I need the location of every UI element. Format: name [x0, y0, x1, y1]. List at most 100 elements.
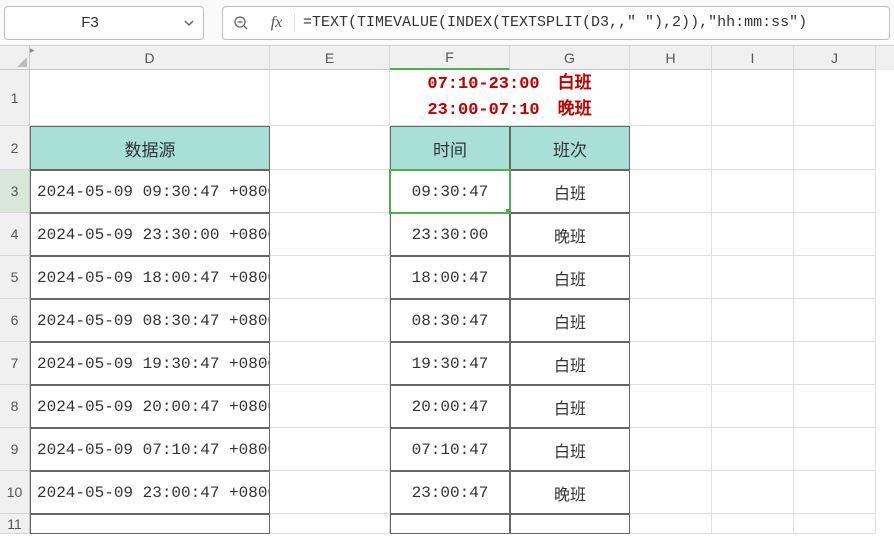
cell-shift[interactable]: 白班 [510, 428, 630, 471]
cell[interactable] [794, 514, 876, 534]
col-header-G[interactable]: G [510, 46, 630, 70]
cell[interactable] [794, 70, 876, 126]
cell[interactable] [270, 428, 390, 471]
cell[interactable] [794, 385, 876, 428]
row-header[interactable]: 6 [0, 299, 30, 342]
cell-time[interactable]: 19:30:47 [390, 342, 510, 385]
cell-shift[interactable]: 白班 [510, 170, 630, 213]
row-header[interactable]: 5 [0, 256, 30, 299]
row-header[interactable]: 1 [0, 70, 30, 126]
cell-time[interactable]: 08:30:47 [390, 299, 510, 342]
cell-source[interactable]: 2024-05-09 09:30:47 +0800 [30, 170, 270, 213]
cell[interactable] [30, 514, 270, 534]
cell[interactable] [630, 471, 712, 514]
cell[interactable] [794, 256, 876, 299]
cell[interactable] [794, 170, 876, 213]
expand-indicator-icon[interactable]: ▸ [30, 45, 35, 56]
row-header[interactable]: 7 [0, 342, 30, 385]
cell-time[interactable]: 20:00:47 [390, 385, 510, 428]
cell[interactable] [270, 385, 390, 428]
cell-source[interactable]: 2024-05-09 23:00:47 +0800 [30, 471, 270, 514]
cell[interactable] [712, 170, 794, 213]
cell[interactable] [630, 428, 712, 471]
col-header-H[interactable]: H [630, 46, 712, 70]
cell-time[interactable]: 09:30:47 [390, 170, 510, 213]
row-header[interactable]: 4 [0, 213, 30, 256]
cell[interactable] [712, 385, 794, 428]
row-header[interactable]: 9 [0, 428, 30, 471]
row-header[interactable]: 2 [0, 126, 30, 170]
cell[interactable] [712, 428, 794, 471]
cell[interactable] [630, 342, 712, 385]
cell[interactable] [712, 471, 794, 514]
cell-shift[interactable]: 白班 [510, 385, 630, 428]
cell[interactable] [270, 70, 390, 126]
cell[interactable] [510, 514, 630, 534]
cell[interactable] [712, 70, 794, 126]
cell[interactable] [630, 299, 712, 342]
cell[interactable] [30, 70, 270, 126]
cell[interactable] [630, 213, 712, 256]
cell[interactable] [794, 299, 876, 342]
cell[interactable] [712, 514, 794, 534]
cell[interactable] [794, 126, 876, 170]
cell[interactable] [270, 126, 390, 170]
cell[interactable] [712, 126, 794, 170]
cell[interactable] [270, 514, 390, 534]
cell[interactable] [794, 213, 876, 256]
formula-input[interactable] [295, 14, 889, 31]
cell[interactable] [712, 213, 794, 256]
row-header[interactable]: 3 [0, 170, 30, 213]
cell-source[interactable]: 2024-05-09 18:00:47 +0800 [30, 256, 270, 299]
col-header-D[interactable]: ▸D [30, 46, 270, 70]
cell-time[interactable]: 07:10:47 [390, 428, 510, 471]
cell[interactable] [794, 428, 876, 471]
cell[interactable] [270, 342, 390, 385]
cell[interactable] [712, 299, 794, 342]
cell[interactable] [712, 256, 794, 299]
col-header-E[interactable]: E [270, 46, 390, 70]
cell[interactable] [390, 514, 510, 534]
col-header-F[interactable]: F [390, 46, 510, 70]
cell[interactable] [794, 342, 876, 385]
cell-shift[interactable]: 白班 [510, 299, 630, 342]
cell-shift[interactable]: 白班 [510, 342, 630, 385]
cell[interactable] [794, 471, 876, 514]
cell-source[interactable]: 2024-05-09 20:00:47 +0800 [30, 385, 270, 428]
chevron-down-icon[interactable] [175, 17, 203, 29]
header-time[interactable]: 时间 [390, 126, 510, 170]
cell[interactable] [630, 170, 712, 213]
cell-shift[interactable]: 晚班 [510, 213, 630, 256]
zoom-out-icon[interactable] [223, 15, 259, 31]
cell[interactable] [630, 514, 712, 534]
cell-shift[interactable]: 白班 [510, 256, 630, 299]
cell[interactable] [630, 126, 712, 170]
col-header-I[interactable]: I [712, 46, 794, 70]
cell-source[interactable]: 2024-05-09 19:30:47 +0800 [30, 342, 270, 385]
cell-time[interactable]: 23:30:00 [390, 213, 510, 256]
cell[interactable] [270, 299, 390, 342]
cell[interactable] [630, 256, 712, 299]
cell[interactable] [270, 170, 390, 213]
cell-source[interactable]: 2024-05-09 07:10:47 +0800 [30, 428, 270, 471]
cell[interactable] [630, 70, 712, 126]
cell[interactable] [270, 471, 390, 514]
cell[interactable] [712, 342, 794, 385]
cell[interactable] [270, 256, 390, 299]
cell-time[interactable]: 23:00:47 [390, 471, 510, 514]
shift-legend[interactable]: 07:10-23:00白班 23:00-07:10晚班 [390, 70, 630, 126]
select-all-corner[interactable] [0, 46, 30, 70]
header-shift[interactable]: 班次 [510, 126, 630, 170]
row-header[interactable]: 8 [0, 385, 30, 428]
cell-shift[interactable]: 晚班 [510, 471, 630, 514]
cell-source[interactable]: 2024-05-09 23:30:00 +0800 [30, 213, 270, 256]
cell[interactable] [270, 213, 390, 256]
row-header[interactable]: 11 [0, 514, 30, 534]
header-source[interactable]: 数据源 [30, 126, 270, 170]
fx-icon[interactable]: fx [259, 14, 295, 32]
cell[interactable] [630, 385, 712, 428]
name-box[interactable]: F3 [4, 6, 204, 40]
cell-source[interactable]: 2024-05-09 08:30:47 +0800 [30, 299, 270, 342]
row-header[interactable]: 10 [0, 471, 30, 514]
col-header-J[interactable]: J [794, 46, 876, 70]
